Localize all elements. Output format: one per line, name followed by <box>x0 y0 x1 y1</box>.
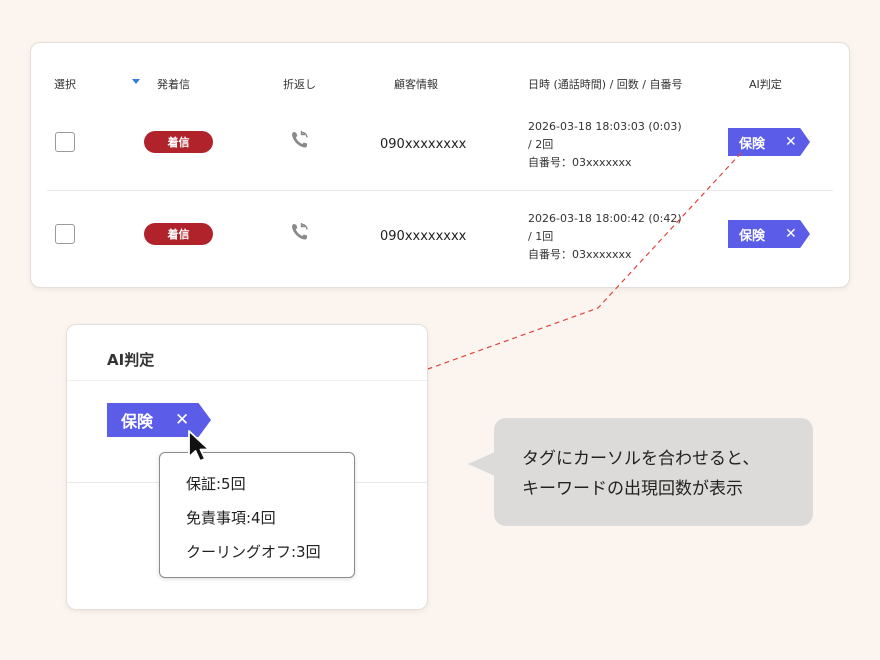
close-icon[interactable]: ✕ <box>175 410 189 430</box>
mouse-pointer-icon <box>188 430 210 462</box>
callout-line: キーワードの出現回数が表示 <box>522 479 743 499</box>
callout-bubble: タグにカーソルを合わせると、 キーワードの出現回数が表示 <box>494 418 813 526</box>
callout-tail <box>468 452 495 476</box>
keyword-tooltip: 保証:5回 免責事項:4回 クーリングオフ:3回 <box>159 452 355 578</box>
ai-tag-label: 保険 <box>121 412 154 431</box>
keyword-item: クーリングオフ:3回 <box>186 543 321 561</box>
card-header: AI判定 <box>67 325 427 381</box>
callout-line: タグにカーソルを合わせると、 <box>522 449 760 469</box>
keyword-item: 保証:5回 <box>186 475 246 493</box>
callout-text: タグにカーソルを合わせると、 キーワードの出現回数が表示 <box>522 444 759 504</box>
keyword-item: 免責事項:4回 <box>186 509 276 527</box>
card-title: AI判定 <box>107 351 155 369</box>
